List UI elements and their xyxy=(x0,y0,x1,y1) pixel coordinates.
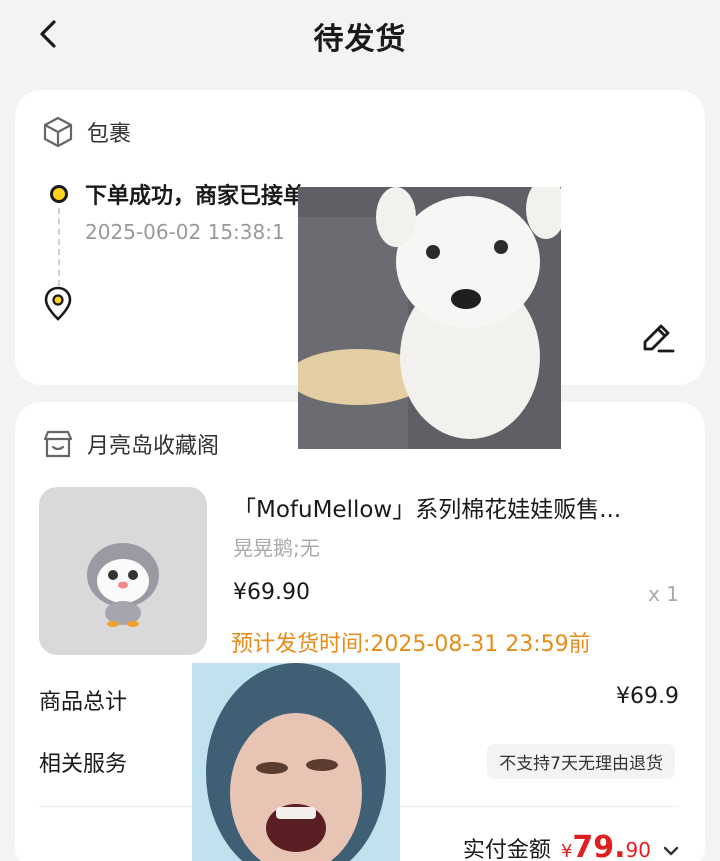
edit-pen-icon[interactable] xyxy=(637,318,677,358)
face-sticker-image xyxy=(192,663,400,861)
status-dot xyxy=(50,185,68,203)
product-price: ¥69.90 xyxy=(233,580,310,605)
paid-integer: 79. xyxy=(572,830,626,861)
store-name: 月亮岛收藏阁 xyxy=(87,434,220,459)
goods-total-value: ¥69.9 xyxy=(616,684,679,709)
paid-decimal: 90 xyxy=(625,838,651,861)
services-tag[interactable]: 不支持7天无理由退货 xyxy=(487,744,675,779)
paid-amount[interactable]: 实付金额 ¥ 79. 90 xyxy=(463,830,679,861)
package-box-icon xyxy=(43,116,73,148)
timeline-line xyxy=(58,208,60,286)
goods-total-label: 商品总计 xyxy=(39,690,128,715)
services-label: 相关服务 xyxy=(39,752,128,777)
product-spec: 晃晃鹅;无 xyxy=(233,536,320,560)
estimated-ship-time: 预计发货时间:2025-08-31 23:59前 xyxy=(231,632,591,657)
paid-label: 实付金额 xyxy=(462,838,551,861)
order-time: 2025-06-02 15:38:1 xyxy=(85,220,285,244)
paid-currency: ¥ xyxy=(560,841,573,861)
page-title: 待发货 xyxy=(313,22,407,57)
chevron-down-icon[interactable] xyxy=(663,842,679,861)
nav-bar: 待发货 xyxy=(0,0,720,72)
product-quantity: x 1 xyxy=(648,582,679,606)
store-icon xyxy=(43,430,73,458)
location-pin-icon xyxy=(44,286,72,321)
package-label: 包裹 xyxy=(87,122,132,147)
package-header: 包裹 xyxy=(41,112,131,152)
puppy-sticker-image xyxy=(298,187,561,449)
order-status: 下单成功，商家已接单 xyxy=(85,184,306,209)
store-header[interactable]: 月亮岛收藏阁 xyxy=(41,424,219,464)
product-title[interactable]: 「MofuMellow」系列棉花娃娃贩售... xyxy=(233,490,621,524)
product-image[interactable] xyxy=(39,487,207,655)
